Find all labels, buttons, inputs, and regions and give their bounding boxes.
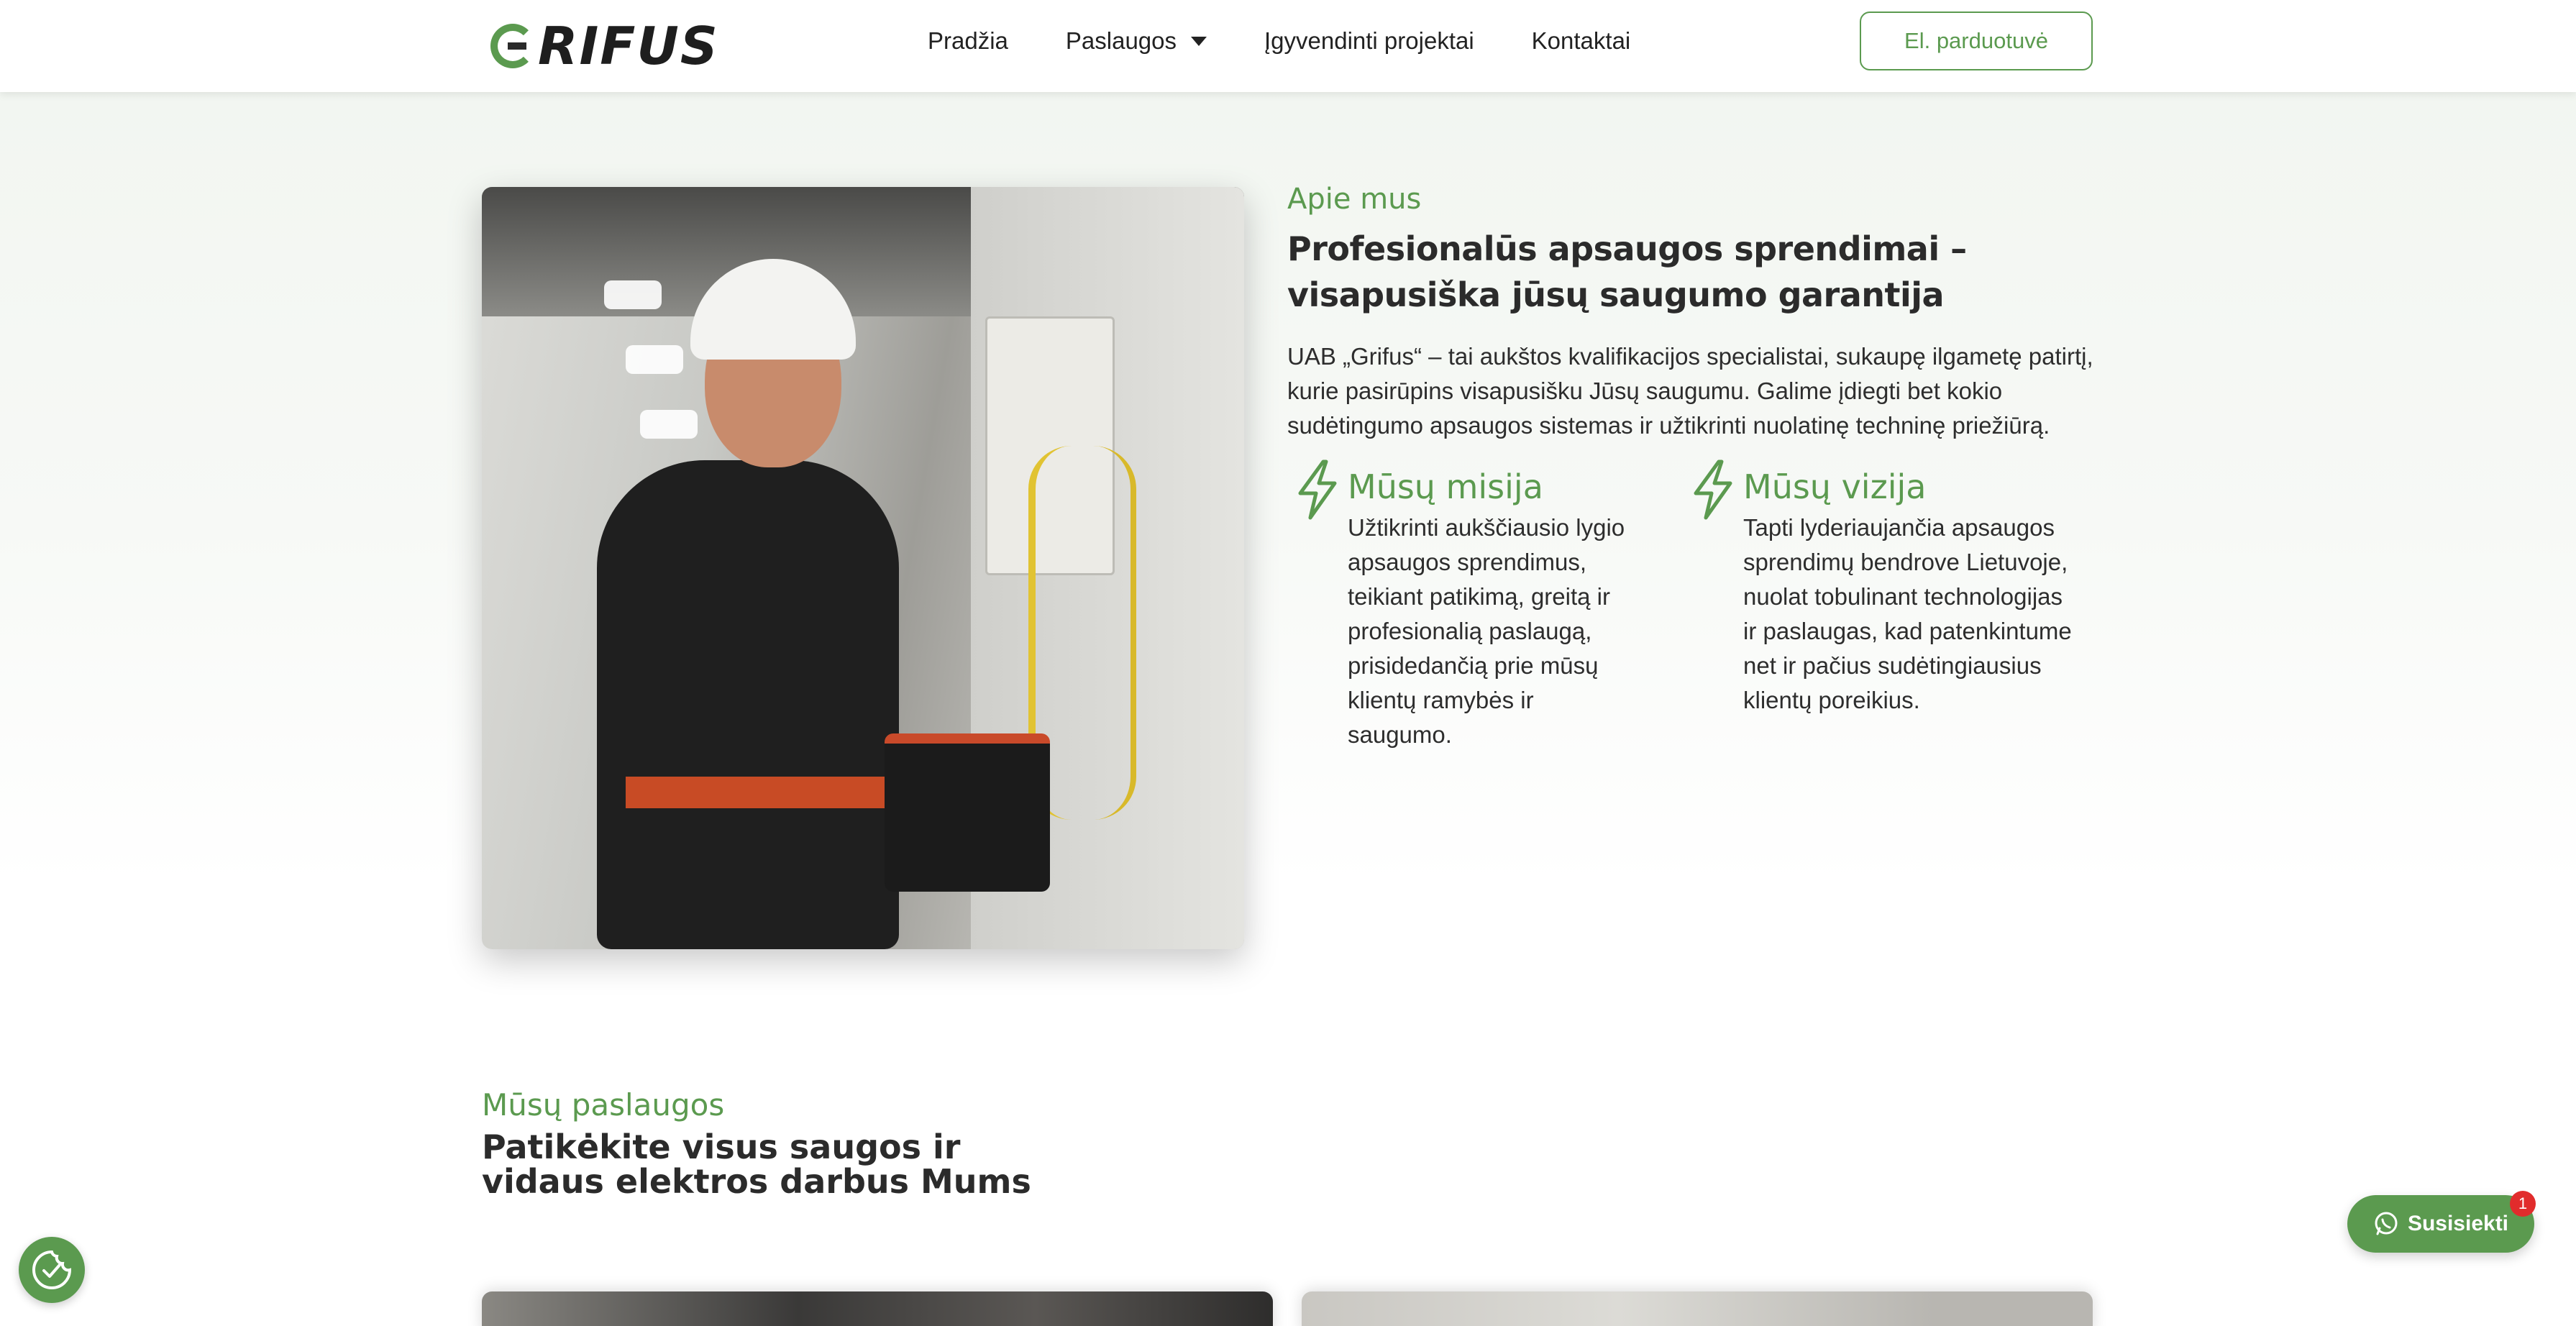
vision-text: Tapti lyderiaujančia apsaugos sprendimų … [1743,514,2072,713]
shop-button[interactable]: El. parduotuvė [1860,12,2093,70]
nav-item-projektai[interactable]: Įgyvendinti projektai [1264,27,1474,55]
photo-light [626,345,683,374]
mission-text: Užtikrinti aukščiausio lygio apsaugos sp… [1348,514,1625,748]
cookie-check-icon [32,1250,72,1289]
whatsapp-contact-button[interactable]: Susisiekti [2347,1195,2534,1253]
lightning-icon [1683,459,1743,752]
photo-worker-body [597,460,899,949]
about-description: UAB „Grifus“ – tai aukštos kvalifikacijo… [1287,343,2093,439]
services-title-line1: Patikėkite visus saugos ir [482,1128,961,1166]
about-eyebrow: Apie mus [1287,183,1422,216]
about-title: Profesionalūs apsaugos sprendimai – visa… [1287,229,1967,314]
lightning-icon [1287,459,1348,752]
logo-g-icon [490,24,535,68]
services-eyebrow: Mūsų paslaugos [482,1087,725,1122]
service-card[interactable] [1302,1291,2093,1326]
whatsapp-label: Susisiekti [2407,1212,2509,1235]
services-title: Patikėkite visus saugos ir vidaus elektr… [482,1130,1031,1199]
technician-photo [482,187,1244,949]
vision-block: Mūsų vizija Tapti lyderiaujančia apsaugo… [1683,459,2100,752]
nav-item-paslaugos[interactable]: Paslaugos [1066,27,1207,55]
photo-light [604,280,662,309]
photo-harness-belt [626,777,885,808]
logo-text: RIFUS [538,16,719,76]
service-card[interactable] [482,1291,1273,1326]
mission-block: Mūsų misija Užtikrinti aukščiausio lygio… [1287,459,1683,752]
nav-item-kontaktai[interactable]: Kontaktai [1532,27,1631,55]
cookie-settings-button[interactable] [19,1237,85,1303]
logo[interactable]: RIFUS [490,16,719,76]
nav-item-paslaugos-label: Paslaugos [1065,27,1177,54]
vision-title: Mūsų vizija [1743,467,1927,506]
whatsapp-icon [2375,1212,2398,1235]
about-content: Apie mus Profesionalūs apsaugos sprendim… [1287,183,2100,752]
notification-badge: 1 [2510,1191,2536,1217]
services-title-line2: vidaus elektros darbus Mums [482,1162,1031,1201]
chevron-down-icon [1191,36,1207,46]
photo-toolbox [885,733,1050,892]
services-section: Mūsų paslaugos Patikėkite visus saugos i… [482,1087,1031,1199]
site-header: RIFUS Pradžia Paslaugos Įgyvendinti proj… [0,0,2576,92]
nav-item-pradzia[interactable]: Pradžia [928,27,1008,55]
photo-light [640,410,698,439]
main-nav: Pradžia Paslaugos Įgyvendinti projektai … [928,27,1630,55]
mission-title: Mūsų misija [1348,467,1543,506]
mission-vision: Mūsų misija Užtikrinti aukščiausio lygio… [1287,459,2100,752]
